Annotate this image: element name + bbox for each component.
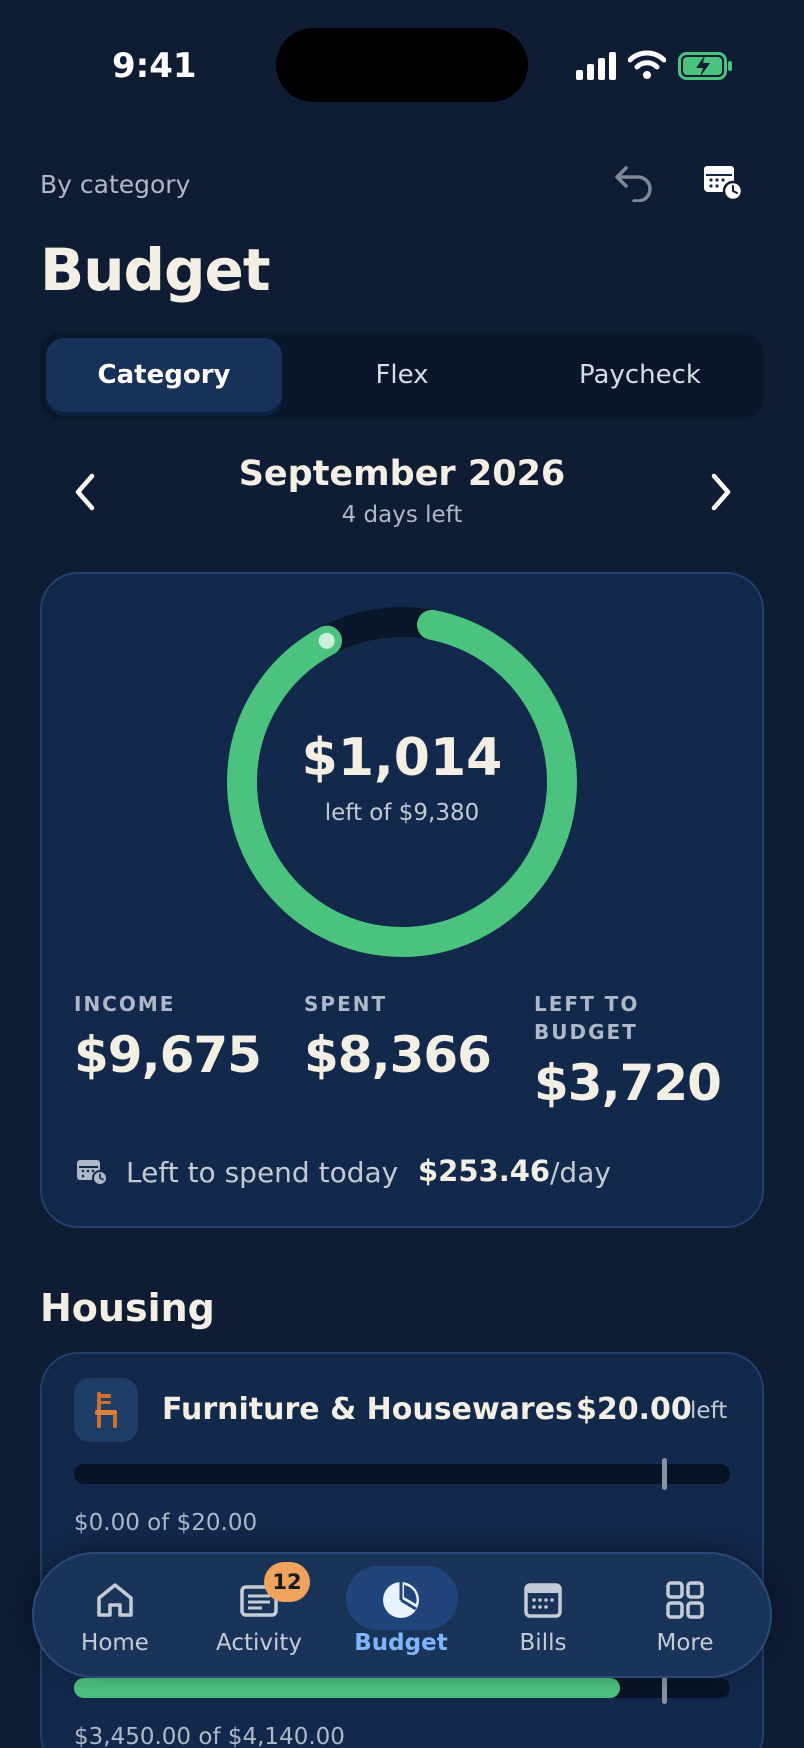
tab-bills[interactable]: Bills [478, 1572, 608, 1668]
segment-paycheck[interactable]: Paycheck [522, 338, 758, 412]
category-spent-detail: $3,450.00 of $4,140.00 [74, 1724, 345, 1748]
tab-label: Home [81, 1630, 149, 1656]
previous-month-chevron-icon[interactable] [66, 468, 106, 516]
tab-label: Budget [354, 1630, 448, 1656]
left-to-budget-label: LEFT TO BUDGET [534, 992, 640, 1044]
home-icon [97, 1583, 133, 1617]
category-of: of [147, 1510, 170, 1536]
category-left-amount: $20.00 [576, 1392, 692, 1427]
left-to-budget-value: $3,720 [534, 1054, 722, 1112]
segment-flex[interactable]: Flex [284, 338, 520, 412]
income-value: $9,675 [74, 1026, 262, 1084]
category-total: $4,140.00 [227, 1724, 345, 1748]
dynamic-island [276, 28, 528, 102]
ring-left-of-total: left of $9,380 [324, 800, 480, 826]
category-spent-detail: $0.00 of $20.00 [74, 1510, 257, 1536]
page-title: Budget [40, 236, 271, 304]
status-time: 9:41 [112, 46, 197, 86]
next-month-chevron-icon[interactable] [700, 468, 740, 516]
calendar-clock-icon[interactable] [702, 164, 744, 202]
category-of: of [198, 1724, 221, 1748]
category-left-suffix: left [690, 1398, 728, 1424]
category-name: Furniture & Housewares [162, 1392, 573, 1427]
budget-pie-icon [383, 1582, 419, 1618]
page-subtitle: By category [40, 170, 191, 199]
category-spent: $3,450.00 [74, 1724, 192, 1748]
daily-spend-unit: /day [550, 1156, 611, 1189]
section-title-housing: Housing [40, 1286, 215, 1330]
tab-label: Bills [519, 1630, 567, 1656]
income-label: INCOME [74, 992, 176, 1016]
activity-count-badge: 12 [264, 1562, 310, 1602]
bills-calendar-icon [524, 1583, 562, 1618]
undo-icon[interactable] [612, 162, 656, 202]
category-total: $20.00 [176, 1510, 258, 1536]
wifi-icon [628, 50, 666, 79]
chair-icon [74, 1378, 138, 1442]
cellular-signal-icon [576, 52, 616, 80]
budget-progress-knob [318, 632, 335, 649]
tab-label: Activity [215, 1630, 302, 1656]
category-progress-fill [74, 1678, 621, 1698]
spent-value: $8,366 [304, 1026, 492, 1084]
calendar-clock-icon [77, 1160, 108, 1186]
segment-category[interactable]: Category [46, 338, 282, 412]
category-spent: $0.00 [74, 1510, 140, 1536]
tab-more[interactable]: More [620, 1572, 750, 1668]
battery-charging-icon [678, 52, 732, 80]
spent-label: SPENT [304, 992, 388, 1016]
category-progress-track [74, 1464, 730, 1484]
tab-home[interactable]: Home [50, 1572, 180, 1668]
tab-label: More [656, 1630, 714, 1656]
ring-left-amount: $1,014 [301, 728, 503, 788]
daily-spend-label: Left to spend today [126, 1156, 399, 1189]
period-month: September 2026 [238, 454, 566, 494]
view-segmented-control: Category Flex Paycheck [40, 332, 764, 420]
daily-spend-amount: $253.46 [418, 1154, 551, 1188]
tab-budget[interactable]: Budget [336, 1572, 466, 1668]
grid-icon [666, 1581, 704, 1619]
period-days-left: 4 days left [341, 502, 463, 528]
category-progress-marker [662, 1458, 667, 1490]
